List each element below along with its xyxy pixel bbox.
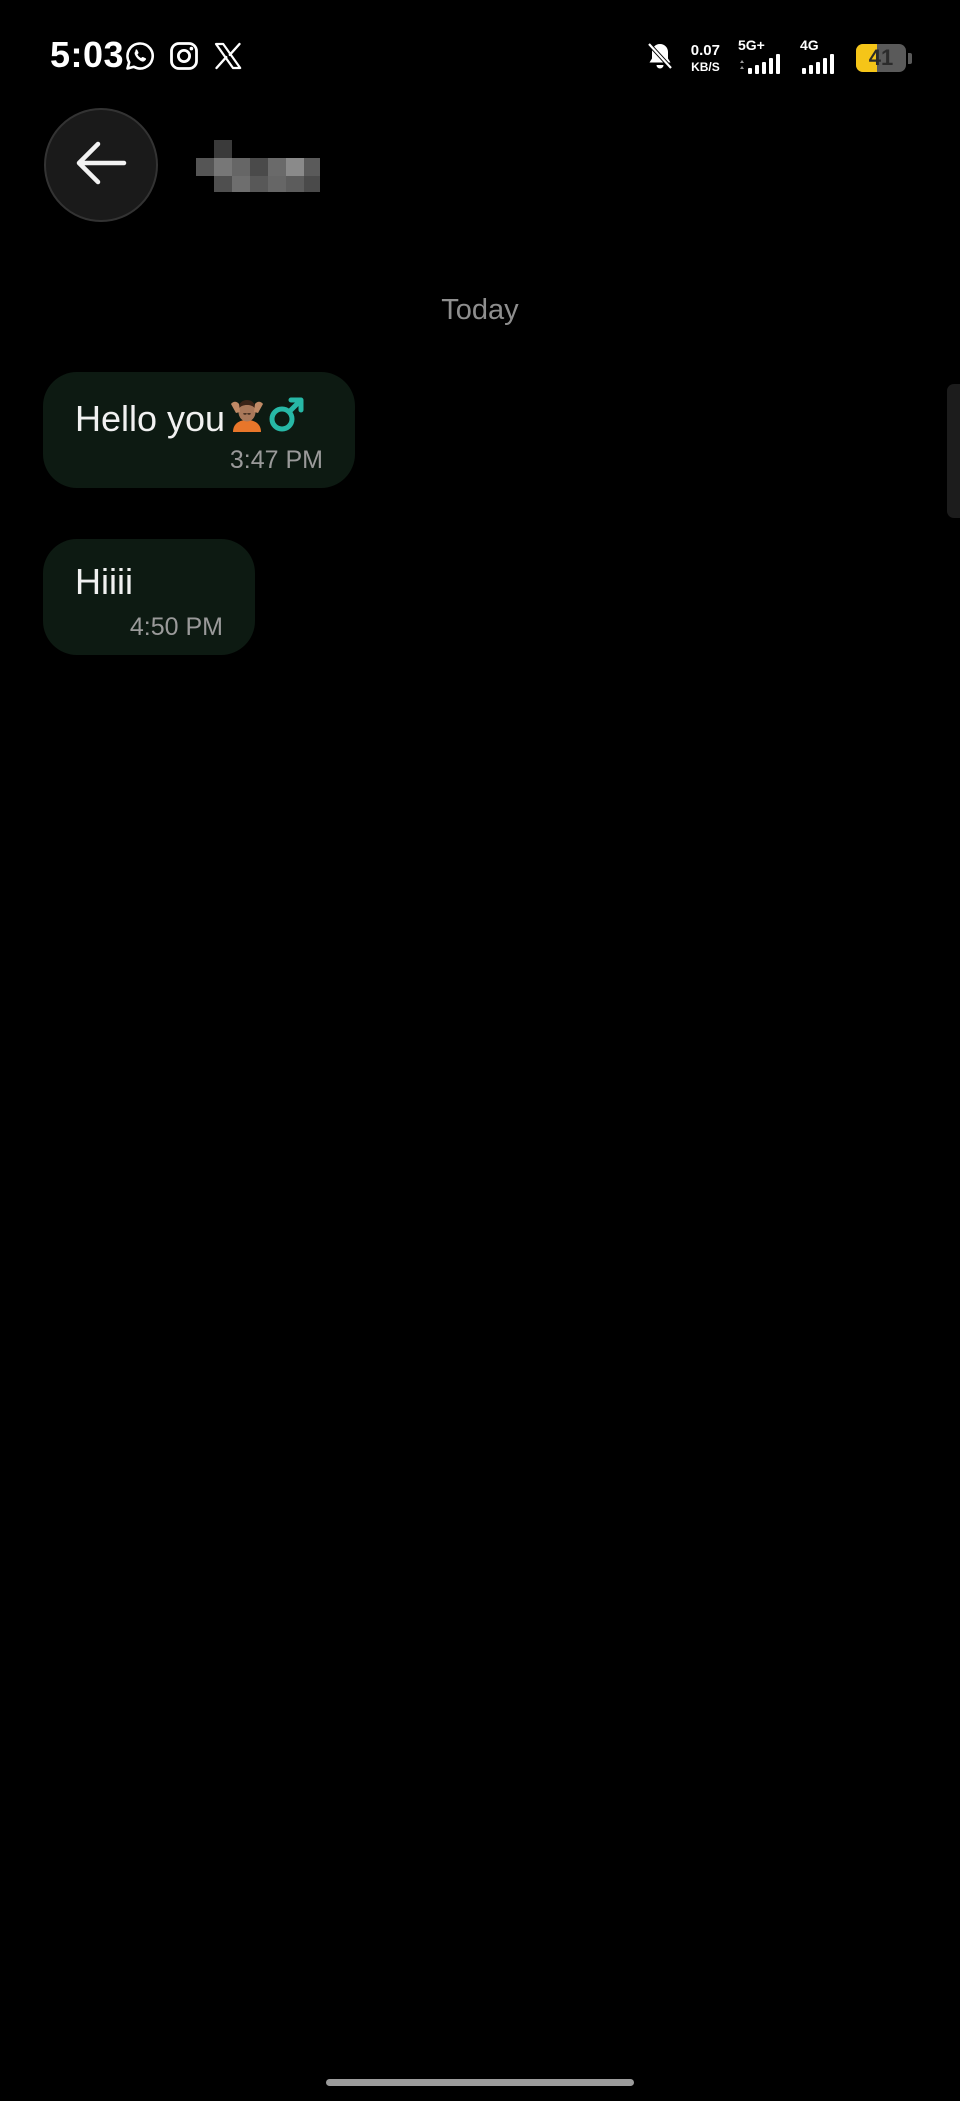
signal-bars-icon	[800, 53, 836, 79]
status-bar: 5:03 0.07 KB/S 5G+ 4G 41	[0, 0, 960, 112]
network-speed: 0.07 KB/S	[691, 43, 720, 73]
back-button[interactable]	[44, 108, 158, 222]
arrow-left-icon	[72, 134, 130, 197]
person-getting-massage-emoji	[227, 394, 267, 443]
message-bubble[interactable]: Hello you 3:47 PM	[43, 372, 355, 488]
sim2-network-label: 4G	[800, 36, 819, 53]
system-indicators: 0.07 KB/S 5G+ 4G 41	[645, 38, 912, 78]
battery-level: 41	[868, 45, 894, 70]
message-emoji	[227, 394, 307, 443]
instagram-icon	[168, 40, 200, 72]
signal-bars-icon	[738, 53, 782, 79]
message-timestamp: 3:47 PM	[229, 446, 323, 474]
battery-indicator: 41	[856, 44, 906, 72]
status-time: 5:03	[50, 34, 125, 75]
x-icon	[212, 40, 244, 72]
sim2-signal: 4G	[800, 38, 836, 79]
network-speed-unit: KB/S	[691, 60, 720, 74]
message-bubble[interactable]: Hiiii 4:50 PM	[43, 539, 255, 655]
message-text-row: Hello you	[75, 394, 323, 443]
message-text-row: Hiiii	[75, 561, 223, 603]
whatsapp-icon	[124, 40, 156, 72]
date-divider: Today	[441, 294, 519, 326]
battery-tip	[908, 52, 912, 64]
edge-panel-handle[interactable]	[947, 384, 960, 518]
contact-name-redacted[interactable]	[196, 140, 320, 192]
network-speed-value: 0.07	[690, 42, 720, 59]
notification-icons	[124, 40, 244, 72]
bell-off-icon	[645, 40, 675, 77]
message-timestamp: 4:50 PM	[129, 613, 223, 641]
sim1-network-label: 5G+	[738, 36, 765, 53]
male-sign-emoji	[267, 394, 307, 443]
message-text: Hiiii	[75, 561, 133, 602]
sim1-signal: 5G+	[738, 38, 782, 79]
home-indicator[interactable]	[326, 2079, 634, 2086]
message-text: Hello you	[75, 397, 226, 439]
